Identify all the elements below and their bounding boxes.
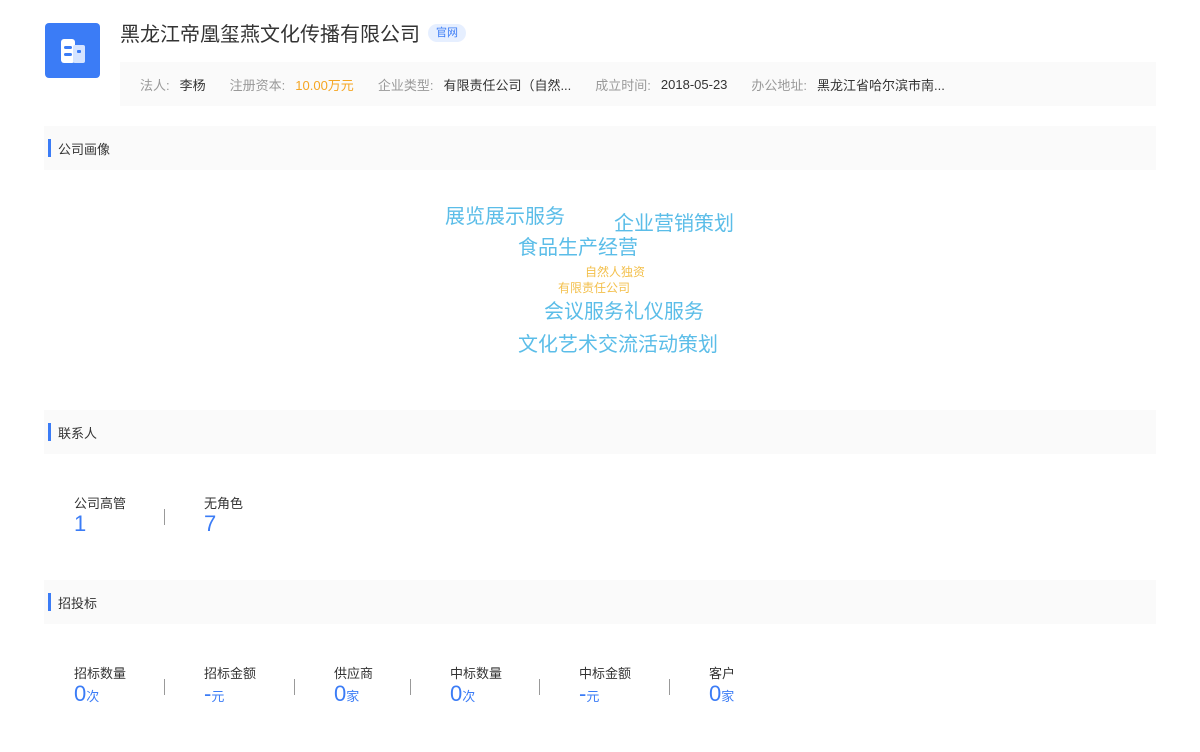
section-company-portrait: 公司画像 [44,126,1156,170]
section-accent-bar [48,593,51,611]
info-value: 有限责任公司（自然... [443,77,572,93]
stat-tender-count[interactable]: 招标数量 0次 [74,663,126,709]
stat-unit: 元 [586,689,600,704]
stat-label: 中标金额 [579,666,632,681]
info-key: 企业类型: [377,77,434,93]
section-title: 招投标 [58,595,98,611]
building-icon [60,38,85,63]
official-website-tag[interactable]: 官网 [428,23,466,42]
office-address: 办公地址: 黑龙江省哈尔滨市南... [751,75,944,94]
word-cloud-item: 展览展示服务 [445,204,565,228]
info-key: 法人: [140,77,170,93]
info-value[interactable]: 李杨 [180,75,206,94]
info-key: 办公地址: [751,77,808,93]
section-accent-bar [48,423,51,441]
section-title: 公司画像 [58,141,111,157]
stat-divider [410,679,411,695]
stat-label: 无角色 [204,496,244,511]
word-cloud-item: 自然人独资 [585,265,646,279]
stat-value: 0次 [74,682,126,709]
established-date: 成立时间: 2018-05-23 [595,75,727,94]
info-value: 10.00万元 [295,77,354,93]
word-cloud-item: 食品生产经营 [518,235,638,259]
section-title: 联系人 [58,425,98,441]
company-info-bar: 法人: 李杨 注册资本: 10.00万元 企业类型: 有限责任公司（自然... … [120,62,1156,106]
section-accent-bar [48,139,51,157]
company-name: 黑龙江帝凰玺燕文化传播有限公司 官网 [120,18,466,47]
stat-divider [164,509,165,525]
company-name-text: 黑龙江帝凰玺燕文化传播有限公司 [120,24,420,46]
stat-number: 0 [74,681,87,706]
stat-number: 0 [450,681,463,706]
info-key: 注册资本: [229,77,286,93]
stat-value: 0家 [709,682,735,709]
stat-unit: 次 [86,689,100,704]
stat-executives[interactable]: 公司高管 1 [74,493,126,536]
stat-divider [294,679,295,695]
stat-divider [539,679,540,695]
stat-label: 招标金额 [204,666,257,681]
stat-divider [164,679,165,695]
stat-value[interactable]: 7 [204,512,243,536]
stat-value: -元 [204,682,256,709]
stat-winning-amount[interactable]: 中标金额 -元 [579,663,631,709]
info-value: 2018-05-23 [660,76,728,92]
stat-unit: 次 [462,689,476,704]
stat-value[interactable]: 1 [74,512,126,536]
stat-number: 0 [709,681,722,706]
stat-unit: 家 [346,689,360,704]
stat-number: 0 [334,681,347,706]
stat-label: 客户 [709,666,736,681]
word-cloud-item: 文化艺术交流活动策划 [518,332,718,356]
company-type: 企业类型: 有限责任公司（自然... [378,75,571,94]
stat-no-role[interactable]: 无角色 7 [204,493,243,536]
stat-value: 0次 [450,682,502,709]
registered-capital: 注册资本: 10.00万元 [230,75,354,94]
stat-label: 中标数量 [450,666,503,681]
stat-label: 招标数量 [74,666,127,681]
info-value: 黑龙江省哈尔滨市南... [817,77,945,93]
legal-person: 法人: 李杨 [140,75,206,94]
word-cloud-item: 会议服务礼仪服务 [544,299,704,323]
stat-value: 0家 [334,682,373,709]
section-bidding: 招投标 [44,580,1156,624]
stat-label: 供应商 [334,666,374,681]
company-logo [45,23,100,78]
section-contacts: 联系人 [44,410,1156,454]
stat-divider [669,679,670,695]
stat-value: -元 [579,682,631,709]
stat-unit: 家 [721,689,735,704]
stat-suppliers[interactable]: 供应商 0家 [334,663,373,709]
stat-winning-count[interactable]: 中标数量 0次 [450,663,502,709]
stat-customers[interactable]: 客户 0家 [709,663,735,709]
stat-unit: 元 [211,689,225,704]
stat-tender-amount[interactable]: 招标金额 -元 [204,663,256,709]
info-key: 成立时间: [595,77,651,93]
stat-label: 公司高管 [74,496,127,511]
word-cloud-item: 有限责任公司 [558,281,631,295]
